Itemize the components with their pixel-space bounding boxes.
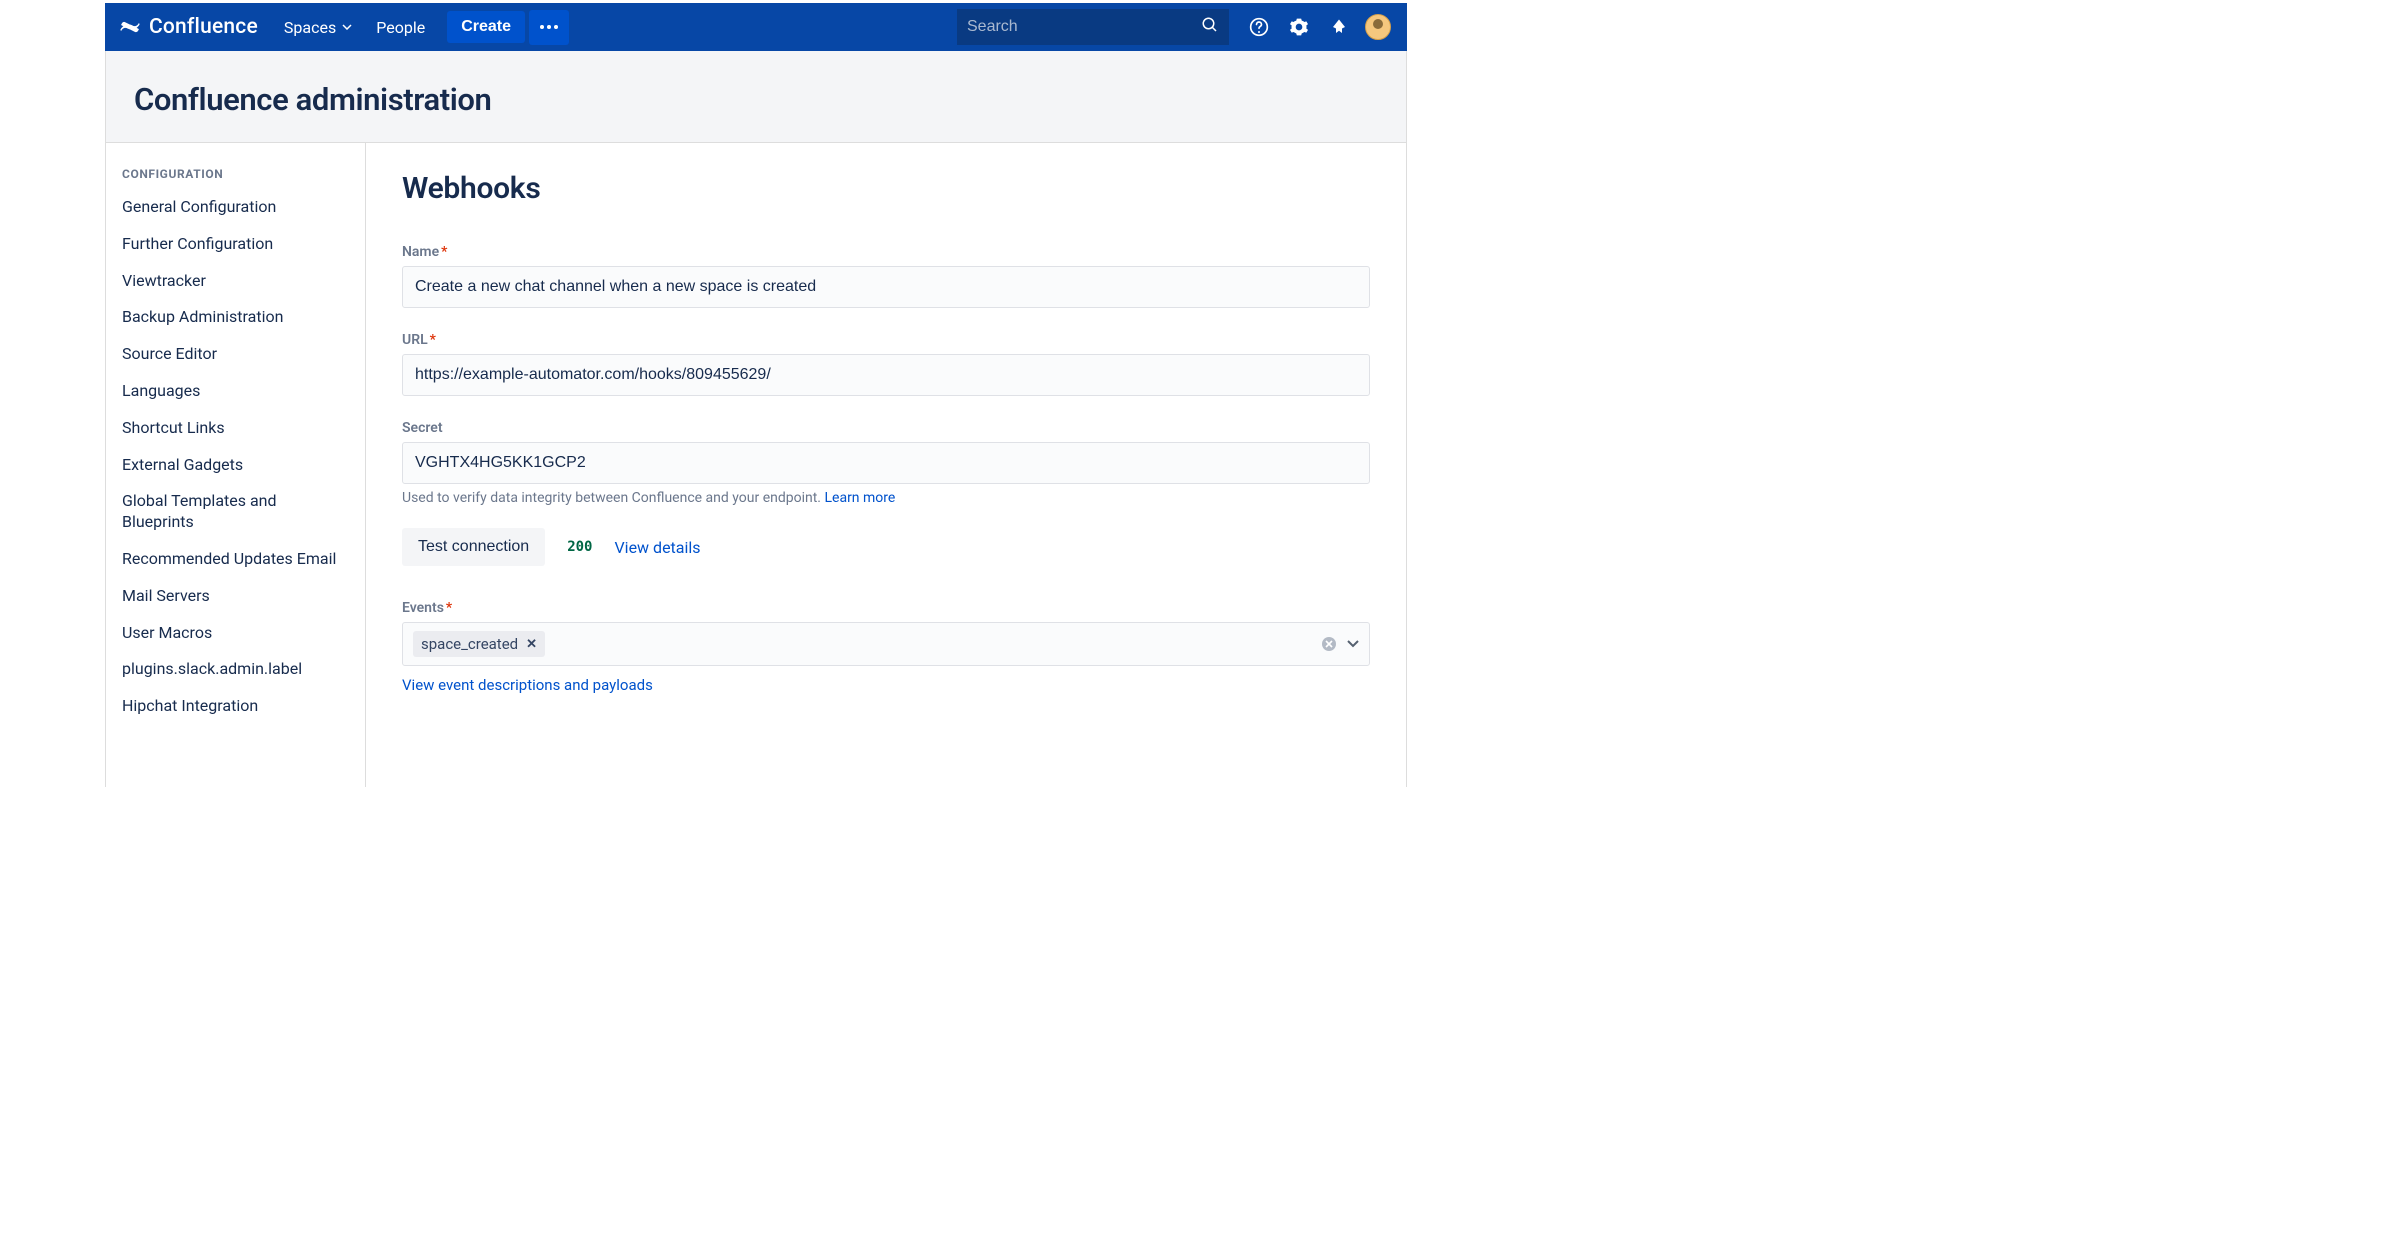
secret-input[interactable] <box>402 442 1370 484</box>
page-header: Confluence administration <box>105 51 1407 143</box>
gear-icon <box>1289 17 1309 37</box>
sidebar-item-mail-servers[interactable]: Mail Servers <box>118 578 353 615</box>
chip-remove-icon[interactable]: ✕ <box>526 637 537 652</box>
clear-icon[interactable] <box>1321 636 1337 652</box>
sidebar-heading: CONFIGURATION <box>118 167 353 189</box>
logo[interactable]: Confluence <box>105 15 272 39</box>
sidebar-item-source-editor[interactable]: Source Editor <box>118 336 353 373</box>
ellipsis-icon <box>540 25 558 29</box>
test-connection-row: Test connection 200 View details <box>402 528 1370 566</box>
url-input[interactable] <box>402 354 1370 396</box>
create-button[interactable]: Create <box>447 11 525 43</box>
url-label: URL* <box>402 332 1370 348</box>
name-input[interactable] <box>402 266 1370 308</box>
sidebar-item-shortcut-links[interactable]: Shortcut Links <box>118 410 353 447</box>
user-avatar[interactable] <box>1365 14 1391 40</box>
sidebar-item-languages[interactable]: Languages <box>118 373 353 410</box>
sidebar-item-global-templates[interactable]: Global Templates and Blueprints <box>118 483 353 541</box>
search-icon <box>1201 16 1219 38</box>
event-chip-label: space_created <box>421 635 518 653</box>
event-chip: space_created ✕ <box>413 631 545 657</box>
sidebar-item-hipchat[interactable]: Hipchat Integration <box>118 688 353 725</box>
view-details-link[interactable]: View details <box>614 538 700 557</box>
bell-icon <box>1330 18 1348 36</box>
search-input[interactable] <box>967 18 1201 36</box>
main-heading: Webhooks <box>402 171 1370 206</box>
sidebar-item-general-configuration[interactable]: General Configuration <box>118 189 353 226</box>
sidebar-item-slack-plugin[interactable]: plugins.slack.admin.label <box>118 651 353 688</box>
event-descriptions-link[interactable]: View event descriptions and payloads <box>402 676 1370 694</box>
sidebar-item-external-gadgets[interactable]: External Gadgets <box>118 447 353 484</box>
test-connection-button[interactable]: Test connection <box>402 528 545 566</box>
search-field[interactable] <box>957 9 1229 45</box>
sidebar-item-user-macros[interactable]: User Macros <box>118 615 353 652</box>
sidebar-item-further-configuration[interactable]: Further Configuration <box>118 226 353 263</box>
chevron-down-icon <box>342 24 352 30</box>
events-select[interactable]: space_created ✕ <box>402 622 1370 666</box>
top-navigation: Confluence Spaces People Create <box>105 3 1407 51</box>
learn-more-link[interactable]: Learn more <box>824 490 895 506</box>
main-content: Webhooks Name* URL* Secret Used to verif… <box>366 143 1406 787</box>
secret-label: Secret <box>402 420 1370 436</box>
nav-people-label: People <box>376 18 425 37</box>
help-icon <box>1249 17 1269 37</box>
notifications-button[interactable] <box>1319 3 1359 51</box>
help-button[interactable] <box>1239 3 1279 51</box>
sidebar-item-recommended-updates[interactable]: Recommended Updates Email <box>118 541 353 578</box>
nav-people[interactable]: People <box>364 3 437 51</box>
secret-help-text: Used to verify data integrity between Co… <box>402 490 1370 506</box>
page-title: Confluence administration <box>134 81 1378 118</box>
confluence-logo-icon <box>119 16 141 38</box>
sidebar-item-backup-administration[interactable]: Backup Administration <box>118 299 353 336</box>
nav-spaces[interactable]: Spaces <box>272 3 364 51</box>
status-code: 200 <box>567 539 592 555</box>
settings-button[interactable] <box>1279 3 1319 51</box>
name-label: Name* <box>402 244 1370 260</box>
more-button[interactable] <box>529 10 569 45</box>
nav-spaces-label: Spaces <box>284 18 336 37</box>
sidebar-item-viewtracker[interactable]: Viewtracker <box>118 263 353 300</box>
logo-text: Confluence <box>149 15 258 39</box>
events-label: Events* <box>402 600 1370 616</box>
sidebar: CONFIGURATION General Configuration Furt… <box>106 143 366 787</box>
chevron-down-icon[interactable] <box>1347 640 1359 648</box>
